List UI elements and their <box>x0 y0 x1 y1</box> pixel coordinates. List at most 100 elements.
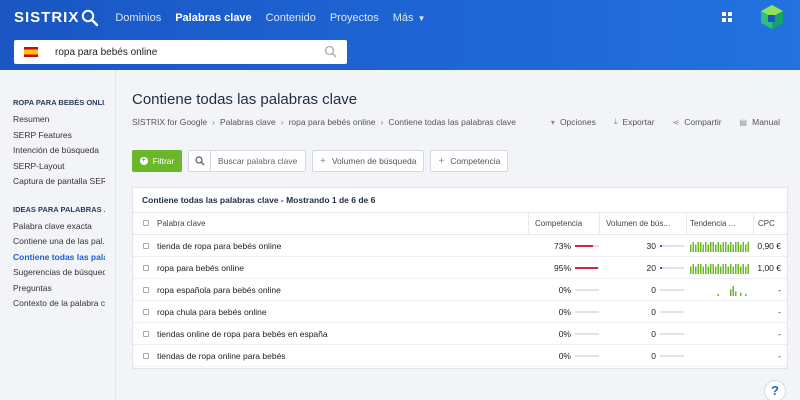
breadcrumb-item[interactable]: SISTRIX for Google <box>132 117 207 127</box>
trend-bar <box>695 266 697 274</box>
table-header: Palabra clave Competencia Volumen de bús… <box>133 213 787 235</box>
trend-bar <box>720 244 722 252</box>
trend-sparkline <box>690 264 749 274</box>
competition-bar <box>575 245 599 247</box>
nav-dominios[interactable]: Dominios <box>115 12 161 24</box>
manual-button[interactable]: ▤ Manual <box>740 117 780 127</box>
help-button[interactable]: ? <box>764 380 786 400</box>
keyword-filter-input[interactable]: Buscar palabra clave <box>188 150 306 172</box>
sistrix-logo[interactable]: SISTRIX <box>14 9 99 27</box>
keyword-link[interactable]: ropa para bebés online <box>157 263 244 273</box>
trend-bar <box>737 242 739 252</box>
trend-bar <box>715 244 717 252</box>
filter-button[interactable]: + Filtrar <box>132 150 182 172</box>
column-cpc[interactable]: CPC <box>758 219 775 228</box>
main-nav: Dominios Palabras clave Contenido Proyec… <box>115 0 439 35</box>
cpc-value: 1,00 € <box>757 263 781 273</box>
volume-value: 20 <box>646 263 656 273</box>
options-button[interactable]: ▾ Opciones <box>551 117 596 127</box>
brand-cube-icon[interactable] <box>760 4 784 30</box>
column-keyword[interactable]: Palabra clave <box>157 219 205 228</box>
sidebar-item-exacta[interactable]: Palabra clave exacta <box>13 219 105 235</box>
row-checkbox[interactable] <box>143 353 149 359</box>
nav-mas[interactable]: Más ▼ <box>393 12 426 24</box>
results-panel: Contiene todas las palabras clave - Most… <box>132 187 788 369</box>
row-checkbox[interactable] <box>143 265 149 271</box>
sidebar-item-contiene-todas[interactable]: Contiene todas las pala... <box>13 250 105 266</box>
nav-contenido[interactable]: Contenido <box>266 12 316 24</box>
volume-value: 30 <box>646 241 656 251</box>
keyword-link[interactable]: ropa chula para bebés online <box>157 307 267 317</box>
row-checkbox[interactable] <box>143 287 149 293</box>
breadcrumb-item[interactable]: ropa para bebés online <box>289 117 376 127</box>
column-competition[interactable]: Competencia <box>535 219 582 228</box>
sidebar-item-preguntas[interactable]: Preguntas <box>13 281 105 297</box>
share-button[interactable]: ⋖ Compartir <box>673 117 722 127</box>
sidebar-item-sugerencias[interactable]: Sugerencias de búsqueda <box>13 265 105 281</box>
trend-sparkline <box>690 242 749 252</box>
trend-bar <box>712 264 714 274</box>
sidebar-section-title: ROPA PARA BEBÉS ONLI... <box>13 98 105 107</box>
sidebar-item-captura[interactable]: Captura de pantalla SERP <box>13 174 105 190</box>
breadcrumb-item[interactable]: Palabras clave <box>220 117 276 127</box>
trend-bar <box>707 244 709 252</box>
chip-label: Volumen de búsqueda <box>331 156 417 166</box>
cpc-value: - <box>778 351 781 361</box>
trend-bar <box>697 264 699 274</box>
sidebar-item-contexto[interactable]: Contexto de la palabra c... <box>13 296 105 312</box>
select-all-checkbox[interactable] <box>143 220 149 226</box>
trend-bar <box>702 244 704 252</box>
volume-bar <box>660 289 684 291</box>
options-label: Opciones <box>559 117 596 127</box>
trend-bar <box>705 264 707 274</box>
trend-bar <box>747 242 749 252</box>
trend-bar <box>715 266 717 274</box>
cpc-value: 0,90 € <box>757 241 781 251</box>
trend-bar <box>730 289 732 296</box>
table-row: tiendas de ropa online para bebés 0% 0 - <box>133 345 787 367</box>
sidebar-item-resumen[interactable]: Resumen <box>13 112 105 128</box>
page-actions: ▾ Opciones ⤓ Exportar ⋖ Compartir ▤ Manual <box>533 117 780 127</box>
keyword-search-field[interactable]: ropa para bebés online <box>14 40 347 64</box>
table-body: tienda de ropa para bebés online 73% 30 0,9… <box>133 235 787 367</box>
trend-bar <box>720 266 722 274</box>
chevron-down-icon: ▾ <box>550 117 555 127</box>
row-checkbox[interactable] <box>143 243 149 249</box>
keyword-link[interactable]: ropa española para bebés online <box>157 285 281 295</box>
trend-bar <box>745 266 747 274</box>
sidebar-item-serp-layout[interactable]: SERP-Layout <box>13 159 105 175</box>
spain-flag-icon[interactable] <box>24 47 38 57</box>
keyword-link[interactable]: tiendas online de ropa para bebés en esp… <box>157 329 328 339</box>
row-checkbox[interactable] <box>143 331 149 337</box>
logo-text: SISTRIX <box>14 9 80 26</box>
nav-palabras-clave[interactable]: Palabras clave <box>175 12 251 24</box>
trend-bar <box>732 266 734 274</box>
volume-value: 0 <box>651 307 656 317</box>
keyword-link[interactable]: tiendas de ropa online para bebés <box>157 351 286 361</box>
row-checkbox[interactable] <box>143 309 149 315</box>
export-button[interactable]: ⤓ Exportar <box>614 117 655 127</box>
competition-value: 73% <box>553 241 571 251</box>
search-icon[interactable] <box>324 45 337 58</box>
add-volume-filter-button[interactable]: + Volumen de búsqueda <box>312 150 425 172</box>
keyword-link[interactable]: tienda de ropa para bebés online <box>157 241 282 251</box>
add-competition-filter-button[interactable]: + Competencia <box>430 150 509 172</box>
panel-title: Contiene todas las palabras clave - Most… <box>133 188 787 213</box>
keyword-filter-placeholder: Buscar palabra clave <box>218 156 298 166</box>
nav-proyectos[interactable]: Proyectos <box>330 12 379 24</box>
trend-bar <box>700 242 702 252</box>
volume-value: 0 <box>651 351 656 361</box>
trend-bar <box>732 286 734 296</box>
search-input-value[interactable]: ropa para bebés online <box>55 47 157 58</box>
trend-bar <box>730 242 732 252</box>
filter-label: Filtrar <box>152 156 175 166</box>
volume-bar <box>660 333 684 335</box>
volume-value: 0 <box>651 329 656 339</box>
column-trend[interactable]: Tendencia ... <box>690 219 750 228</box>
apps-grid-icon[interactable] <box>722 12 732 22</box>
column-volume[interactable]: Volumen de bús... <box>606 219 686 228</box>
sidebar-item-intencion[interactable]: Intención de búsqueda <box>13 143 105 159</box>
sidebar-item-contiene-una[interactable]: Contiene una de las pal... <box>13 234 105 250</box>
trend-bar <box>742 242 744 252</box>
sidebar-item-serp-features[interactable]: SERP Features <box>13 128 105 144</box>
